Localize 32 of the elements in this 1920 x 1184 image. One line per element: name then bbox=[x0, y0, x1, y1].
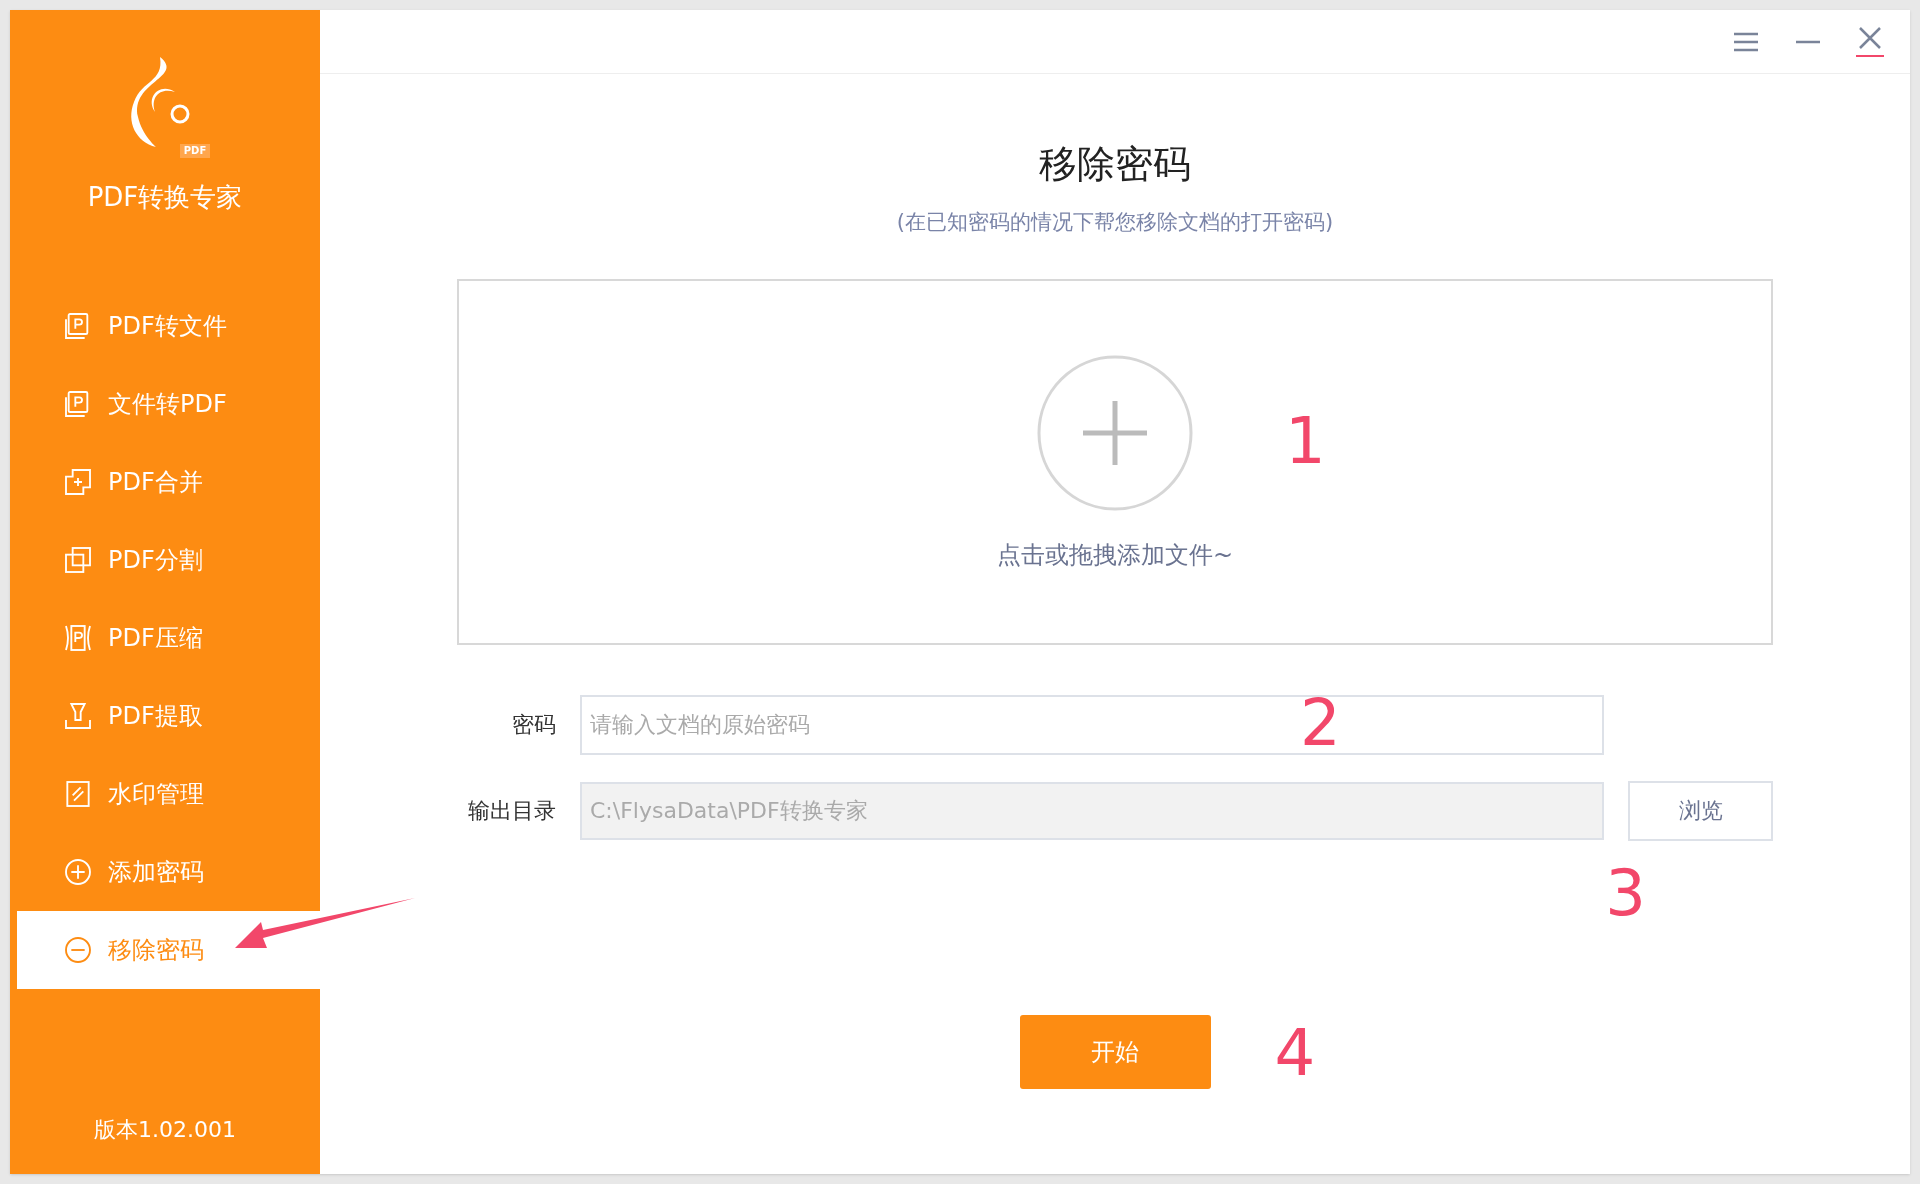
annotation-number: 4 bbox=[1274, 1020, 1316, 1085]
logo-badge: PDF bbox=[179, 144, 211, 158]
funnel-icon bbox=[62, 700, 94, 732]
sidebar-item[interactable]: PDF分割 bbox=[10, 521, 320, 599]
sidebar-item[interactable]: 添加密码 bbox=[10, 833, 320, 911]
browse-button[interactable]: 浏览 bbox=[1628, 780, 1773, 841]
app-name: PDF转换专家 bbox=[87, 181, 243, 214]
sidebar-item[interactable]: PDF压缩 bbox=[10, 599, 320, 677]
output-dir-field[interactable]: C:\FlysaData\PDF转换专家 bbox=[580, 781, 1604, 840]
minus-circle-icon bbox=[62, 934, 94, 966]
annotation-number: 1 bbox=[1285, 408, 1326, 473]
version-label: 版本1.02.001 bbox=[94, 1116, 236, 1144]
drop-hint: 点击或拖拽添加文件~ bbox=[996, 539, 1234, 571]
sidebar-item[interactable]: 水印管理 bbox=[10, 755, 320, 833]
split-icon bbox=[62, 544, 94, 576]
sidebar-item[interactable]: PDF转文件 bbox=[10, 287, 320, 365]
page-subtitle: (在已知密码的情况下帮您移除文档的打开密码) bbox=[896, 209, 1334, 236]
sidebar-item[interactable]: PDF提取 bbox=[10, 677, 320, 755]
sidebar-item[interactable]: 移除密码 bbox=[17, 911, 320, 989]
plus-circle-icon bbox=[62, 856, 94, 888]
page-title: 移除密码 bbox=[1039, 141, 1191, 188]
sidebar-item[interactable]: PDF合并 bbox=[10, 443, 320, 521]
start-button[interactable]: 开始 bbox=[1019, 1014, 1211, 1089]
merge-icon bbox=[62, 466, 94, 498]
output-dir-label: 输出目录 bbox=[467, 797, 557, 825]
annotation-number: 3 bbox=[1605, 860, 1646, 925]
password-label: 密码 bbox=[511, 711, 557, 739]
close-icon[interactable] bbox=[1854, 25, 1886, 58]
add-file-icon[interactable] bbox=[1037, 354, 1193, 511]
compress-icon bbox=[62, 622, 94, 654]
sidebar-item[interactable]: 文件转PDF bbox=[10, 365, 320, 443]
file-drop-zone[interactable]: 点击或拖拽添加文件~ 1 bbox=[457, 278, 1773, 645]
